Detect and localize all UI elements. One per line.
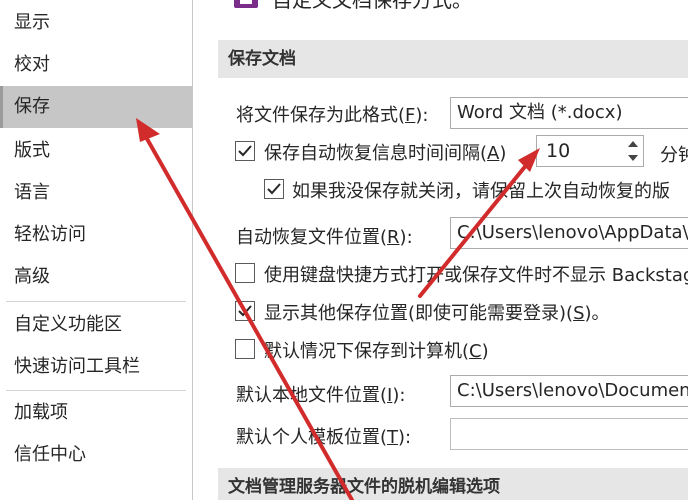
autorecover-label: 保存自动恢复信息时间间隔(A) [264, 143, 507, 164]
save-to-computer-label: 默认情况下保存到计算机(C) [264, 341, 489, 362]
checkmark-icon [238, 145, 252, 157]
sidebar-item-label: 版式 [14, 140, 50, 161]
sidebar-item-label: 语言 [14, 182, 50, 203]
sidebar-item-add-ins[interactable]: 加载项 [0, 392, 192, 434]
section-header-save-documents: 保存文档 [218, 40, 688, 78]
sidebar-divider [6, 301, 186, 302]
sidebar-item-label: 快速访问工具栏 [14, 356, 140, 377]
sidebar-item-label: 保存 [14, 96, 50, 117]
save-to-computer-checkbox[interactable] [235, 339, 255, 359]
sidebar-item-quick-access-toolbar[interactable]: 快速访问工具栏 [0, 346, 192, 388]
sidebar-item-label: 自定义功能区 [14, 314, 122, 335]
local-location-input[interactable]: C:\Users\lenovo\Documen [450, 375, 688, 407]
sidebar-divider [6, 390, 186, 391]
autorecover-checkbox[interactable] [235, 141, 255, 161]
autorecover-location-label: 自动恢复文件位置(R): [236, 227, 413, 248]
show-other-locations-checkbox[interactable] [235, 301, 255, 321]
keep-last-version-checkbox[interactable] [264, 179, 284, 199]
sidebar-item-label: 显示 [14, 12, 50, 33]
section-header-offline-editing: 文档管理服务器文件的脱机编辑选项 [218, 468, 688, 500]
autorecover-interval-stepper[interactable]: 10 [536, 135, 644, 167]
sidebar-item-language[interactable]: 语言 [0, 172, 192, 214]
sidebar-item-layout[interactable]: 版式 [0, 130, 192, 172]
sidebar-item-label: 加载项 [14, 402, 68, 423]
autorecover-interval-value: 10 [546, 140, 571, 162]
keep-last-version-label: 如果我没保存就关闭，请保留上次自动恢复的版 [292, 181, 670, 202]
sidebar-item-advanced[interactable]: 高级 [0, 256, 192, 298]
page-description: 自定义文档保存方式。 [272, 0, 472, 12]
sidebar-item-proofing[interactable]: 校对 [0, 44, 192, 86]
template-location-input[interactable] [450, 418, 688, 450]
save-format-dropdown[interactable]: Word 文档 (*.docx) [450, 97, 688, 129]
sidebar-item-trust-center[interactable]: 信任中心 [0, 434, 192, 476]
spin-arrows[interactable] [627, 139, 639, 163]
sidebar-item-label: 轻松访问 [14, 224, 86, 245]
options-sidebar: 显示 校对 保存 版式 语言 轻松访问 高级 自定义功能区 快速访问工具栏 加载… [0, 0, 193, 500]
local-location-label: 默认本地文件位置(I): [236, 385, 406, 406]
checkmark-icon [267, 183, 281, 195]
spin-up-icon [628, 141, 638, 147]
sidebar-item-label: 校对 [14, 54, 50, 75]
save-options-panel: 自定义文档保存方式。 保存文档 将文件保存为此格式(F): Word 文档 (*… [194, 0, 688, 500]
show-other-locations-label: 显示其他保存位置(即使可能需要登录)(S)。 [264, 303, 610, 324]
no-backstage-checkbox[interactable] [235, 263, 255, 283]
autorecover-unit: 分钟 [660, 145, 688, 166]
template-location-label: 默认个人模板位置(T): [236, 427, 412, 448]
sidebar-item-label: 高级 [14, 266, 50, 287]
sidebar-item-accessibility[interactable]: 轻松访问 [0, 214, 192, 256]
save-format-label: 将文件保存为此格式(F): [236, 105, 429, 126]
sidebar-item-label: 信任中心 [14, 444, 86, 465]
sidebar-item-save[interactable]: 保存 [0, 86, 192, 128]
sidebar-item-display[interactable]: 显示 [0, 2, 192, 44]
checkmark-icon [238, 305, 252, 317]
autorecover-location-input[interactable]: C:\Users\lenovo\AppData\ [450, 217, 688, 249]
save-document-icon [234, 0, 258, 8]
sidebar-item-customize-ribbon[interactable]: 自定义功能区 [0, 304, 192, 346]
no-backstage-label: 使用键盘快捷方式打开或保存文件时不显示 Backstage [264, 265, 688, 286]
spin-down-icon [628, 155, 638, 161]
